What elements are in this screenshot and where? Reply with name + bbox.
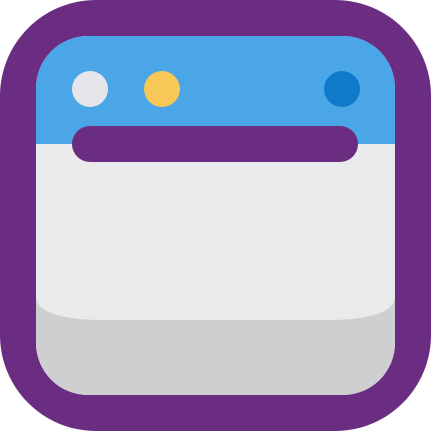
window-dot-middle	[144, 71, 180, 107]
browser-window-icon-container	[0, 0, 431, 431]
address-bar	[72, 126, 358, 162]
browser-window-icon	[0, 0, 431, 431]
window-dot-right	[324, 71, 360, 107]
window-dot-left	[72, 71, 108, 107]
